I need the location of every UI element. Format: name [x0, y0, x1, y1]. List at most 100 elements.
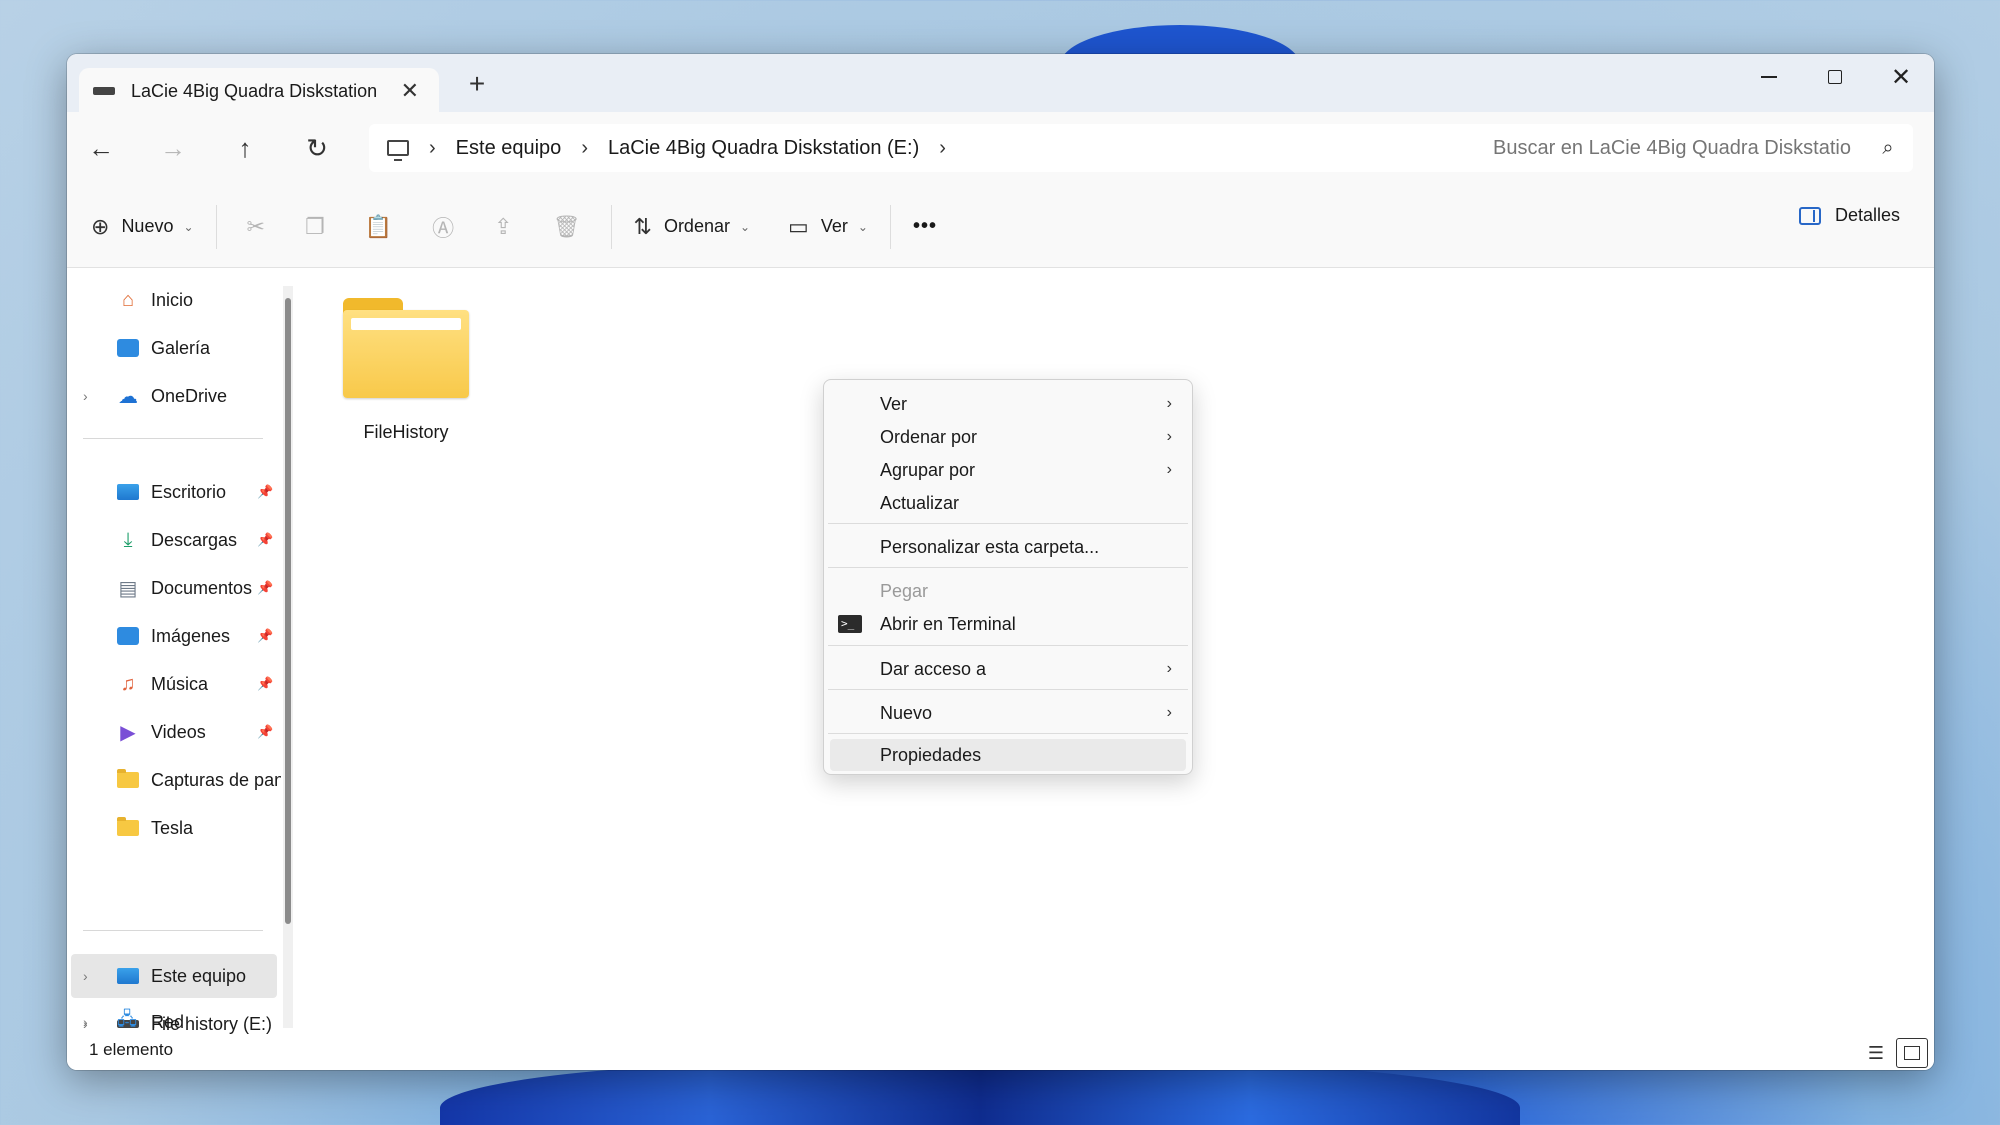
up-button[interactable]: ↑	[221, 126, 269, 170]
copy-icon: ❐	[304, 213, 325, 239]
submenu-arrow-icon: ›	[1166, 660, 1172, 677]
submenu-arrow-icon: ›	[1166, 428, 1172, 445]
paste-icon: 📋	[364, 213, 393, 239]
terminal-icon: >_	[838, 615, 862, 633]
menu-item-ver[interactable]: Ver ›	[830, 388, 1186, 420]
videos-icon: ▶	[120, 721, 136, 744]
menu-item-label: Actualizar	[880, 492, 960, 513]
pin-icon: 📌	[257, 628, 274, 643]
expand-chevron-icon[interactable]: ›	[83, 968, 88, 984]
new-button[interactable]: ⊕ Nuevo ⌄	[79, 205, 206, 249]
new-tab-button[interactable]: +	[457, 68, 497, 100]
network-icon: 🖧	[117, 1009, 138, 1029]
refresh-button[interactable]: ↻	[293, 126, 341, 170]
address-row: ← → ↑ ↻ › Este equipo › LaCie 4Big Quadr…	[67, 112, 1934, 186]
downloads-icon: ⤓	[123, 528, 133, 551]
pin-icon: 📌	[257, 676, 274, 691]
sidebar-item-red-row[interactable]: › 🖧 Red	[71, 1004, 277, 1040]
title-bar: LaCie 4Big Quadra Diskstation ✕ + ✕	[67, 54, 1934, 114]
menu-item-personalizar[interactable]: Personalizar esta carpeta...	[830, 531, 1186, 563]
menu-separator	[828, 689, 1188, 690]
toolbar-divider	[889, 204, 891, 249]
command-bar: ⊕ Nuevo ⌄ ✂ ❐ 📋 Ⓐ ⇪ 🗑 ⇅ Ordenar ⌄ ▭ Ver …	[67, 186, 1934, 268]
menu-item-label: Ver	[880, 393, 908, 414]
cut-button[interactable]: ✂	[227, 205, 285, 249]
sidebar-item-musica[interactable]: ♫ Música 📌	[71, 662, 277, 706]
menu-item-dar-acceso[interactable]: Dar acceso a ›	[830, 653, 1186, 685]
this-pc-icon	[117, 965, 139, 987]
sidebar-item-label: Capturas de pantalla	[151, 769, 281, 790]
address-bar[interactable]: › Este equipo › LaCie 4Big Quadra Diskst…	[369, 124, 1529, 172]
search-box[interactable]: ⌕	[1473, 124, 1913, 172]
onedrive-icon: ☁	[118, 385, 138, 408]
expand-chevron-icon[interactable]: ›	[83, 388, 88, 404]
paste-button[interactable]: 📋	[345, 205, 412, 249]
view-button[interactable]: ▭ Ver ⌄	[776, 205, 880, 249]
folder-icon	[343, 298, 469, 398]
tab-active[interactable]: LaCie 4Big Quadra Diskstation ✕	[79, 68, 439, 114]
back-button[interactable]: ←	[77, 126, 125, 170]
maximize-icon	[1828, 70, 1842, 84]
submenu-arrow-icon: ›	[1166, 704, 1172, 721]
sidebar-item-capturas[interactable]: Capturas de pantalla	[71, 758, 281, 802]
sidebar-item-label: Inicio	[151, 289, 194, 310]
sidebar-item-escritorio[interactable]: Escritorio 📌	[71, 470, 277, 514]
breadcrumb-lacie-drive[interactable]: LaCie 4Big Quadra Diskstation (E:)	[608, 137, 919, 160]
sidebar-item-label: Tesla	[151, 817, 194, 838]
menu-item-abrir-terminal[interactable]: >_ Abrir en Terminal	[830, 608, 1186, 640]
sidebar-scrollbar-thumb[interactable]	[285, 298, 291, 924]
menu-item-agrupar-por[interactable]: Agrupar por ›	[830, 454, 1186, 486]
sidebar-item-onedrive[interactable]: › ☁ OneDrive	[71, 374, 277, 418]
sidebar-item-tesla[interactable]: Tesla	[71, 806, 277, 850]
search-input[interactable]	[1493, 136, 1863, 160]
close-window-button[interactable]: ✕	[1868, 54, 1934, 100]
expand-chevron-icon[interactable]: ›	[83, 1014, 88, 1030]
folder-icon	[117, 817, 139, 839]
more-options-button[interactable]: •••	[901, 205, 949, 249]
pin-icon: 📌	[257, 580, 274, 595]
rename-icon: Ⓐ	[432, 215, 455, 241]
folder-icon	[117, 769, 139, 791]
this-pc-icon	[387, 140, 409, 161]
breadcrumb-este-equipo[interactable]: Este equipo	[456, 137, 562, 160]
sidebar-item-galeria[interactable]: Galería	[71, 326, 277, 370]
copy-button[interactable]: ❐	[285, 205, 345, 249]
menu-separator	[828, 733, 1188, 734]
details-view-button[interactable]: ☰	[1860, 1038, 1892, 1068]
sidebar-item-este-equipo[interactable]: › Este equipo	[71, 954, 277, 998]
desktop-icon	[117, 481, 139, 503]
forward-button[interactable]: →	[149, 126, 197, 170]
sidebar-item-inicio[interactable]: ⌂ Inicio	[71, 278, 277, 322]
details-button[interactable]: Detalles	[1798, 205, 1900, 226]
rename-button[interactable]: Ⓐ	[412, 205, 474, 249]
menu-item-actualizar[interactable]: Actualizar	[830, 487, 1186, 519]
context-menu: Ver › Ordenar por › Agrupar por › Actual…	[823, 379, 1193, 775]
breadcrumb-separator[interactable]: ›	[429, 137, 436, 160]
breadcrumb-separator[interactable]: ›	[581, 137, 588, 160]
menu-item-label: Personalizar esta carpeta...	[880, 536, 1100, 557]
sidebar-item-label: Red	[151, 1011, 185, 1032]
delete-button[interactable]: 🗑	[533, 205, 601, 249]
minimize-button[interactable]	[1736, 54, 1802, 100]
list-view-icon: ☰	[1867, 1042, 1885, 1063]
sidebar-item-descargas[interactable]: ⤓ Descargas 📌	[71, 518, 277, 562]
tiles-view-icon	[1904, 1046, 1920, 1060]
share-button[interactable]: ⇪	[474, 205, 532, 249]
cut-icon: ✂	[246, 213, 265, 239]
folder-name: FileHistory	[363, 422, 449, 442]
sidebar-item-imagenes[interactable]: Imágenes 📌	[71, 614, 277, 658]
maximize-button[interactable]	[1802, 54, 1868, 100]
home-icon: ⌂	[121, 288, 135, 311]
breadcrumb-separator[interactable]: ›	[939, 137, 946, 160]
details-label: Detalles	[1834, 205, 1900, 225]
sidebar-item-videos[interactable]: ▶ Videos 📌	[71, 710, 277, 754]
menu-item-pegar[interactable]: Pegar	[830, 575, 1186, 607]
folder-item-filehistory[interactable]: FileHistory	[303, 268, 513, 458]
menu-item-ordenar-por[interactable]: Ordenar por ›	[830, 421, 1186, 453]
menu-item-nuevo[interactable]: Nuevo ›	[830, 697, 1186, 729]
menu-item-propiedades[interactable]: Propiedades	[830, 739, 1186, 771]
tiles-view-button[interactable]	[1896, 1038, 1928, 1068]
sort-button[interactable]: ⇅ Ordenar ⌄	[622, 205, 763, 249]
tab-close-icon[interactable]: ✕	[401, 78, 419, 104]
sidebar-item-documentos[interactable]: ▤ Documentos 📌	[71, 566, 277, 610]
